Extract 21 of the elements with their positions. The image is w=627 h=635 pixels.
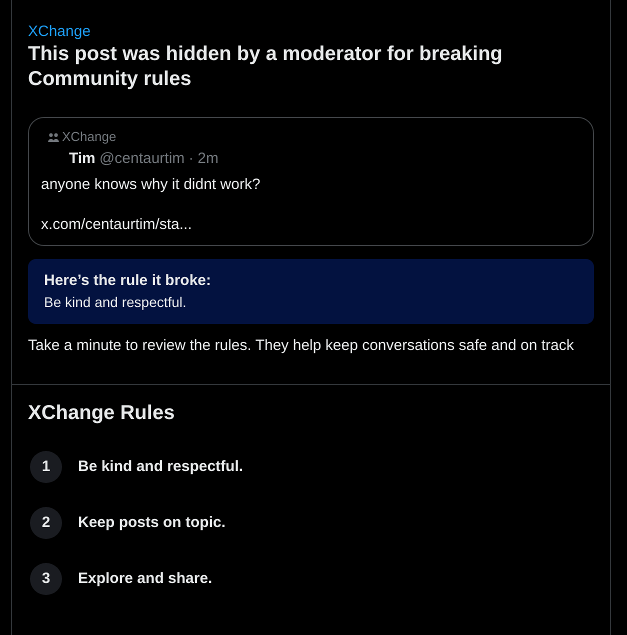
- separator-dot: ·: [188, 149, 194, 169]
- rule-text: Be kind and respectful.: [78, 457, 244, 477]
- quoted-post-card[interactable]: XChange Tim @centaurtim · 2m anyone knows why it didnt work? x.com/centaurtim/sta...: [28, 117, 594, 246]
- broken-rule-heading: Here’s the rule it broke:: [44, 271, 212, 291]
- rules-title: XChange Rules: [28, 401, 176, 425]
- rule-text: Explore and share.: [78, 569, 212, 589]
- author-name: Tim: [69, 149, 96, 169]
- people-icon: [48, 132, 59, 142]
- notice-title: This post was hidden by a moderator for breaking Community rules: [28, 42, 504, 92]
- community-link[interactable]: XChange: [28, 22, 91, 42]
- rule-number: 3: [30, 563, 62, 595]
- rule-number: 2: [30, 507, 62, 539]
- post-text: x.com/centaurtim/sta...: [41, 215, 193, 235]
- advice-text: Take a minute to review the rules. They help keep conversations safe and on track: [28, 336, 575, 356]
- author-handle: @centaurtim: [99, 149, 185, 169]
- broken-rule-text: Be kind and respectful.: [44, 293, 188, 312]
- rule-number: 1: [30, 451, 62, 483]
- community-name: XChange: [62, 128, 116, 146]
- post-text: anyone knows why it didnt work?: [41, 175, 262, 195]
- rule-text: Keep posts on topic.: [78, 513, 226, 533]
- post-time: 2m: [198, 149, 219, 169]
